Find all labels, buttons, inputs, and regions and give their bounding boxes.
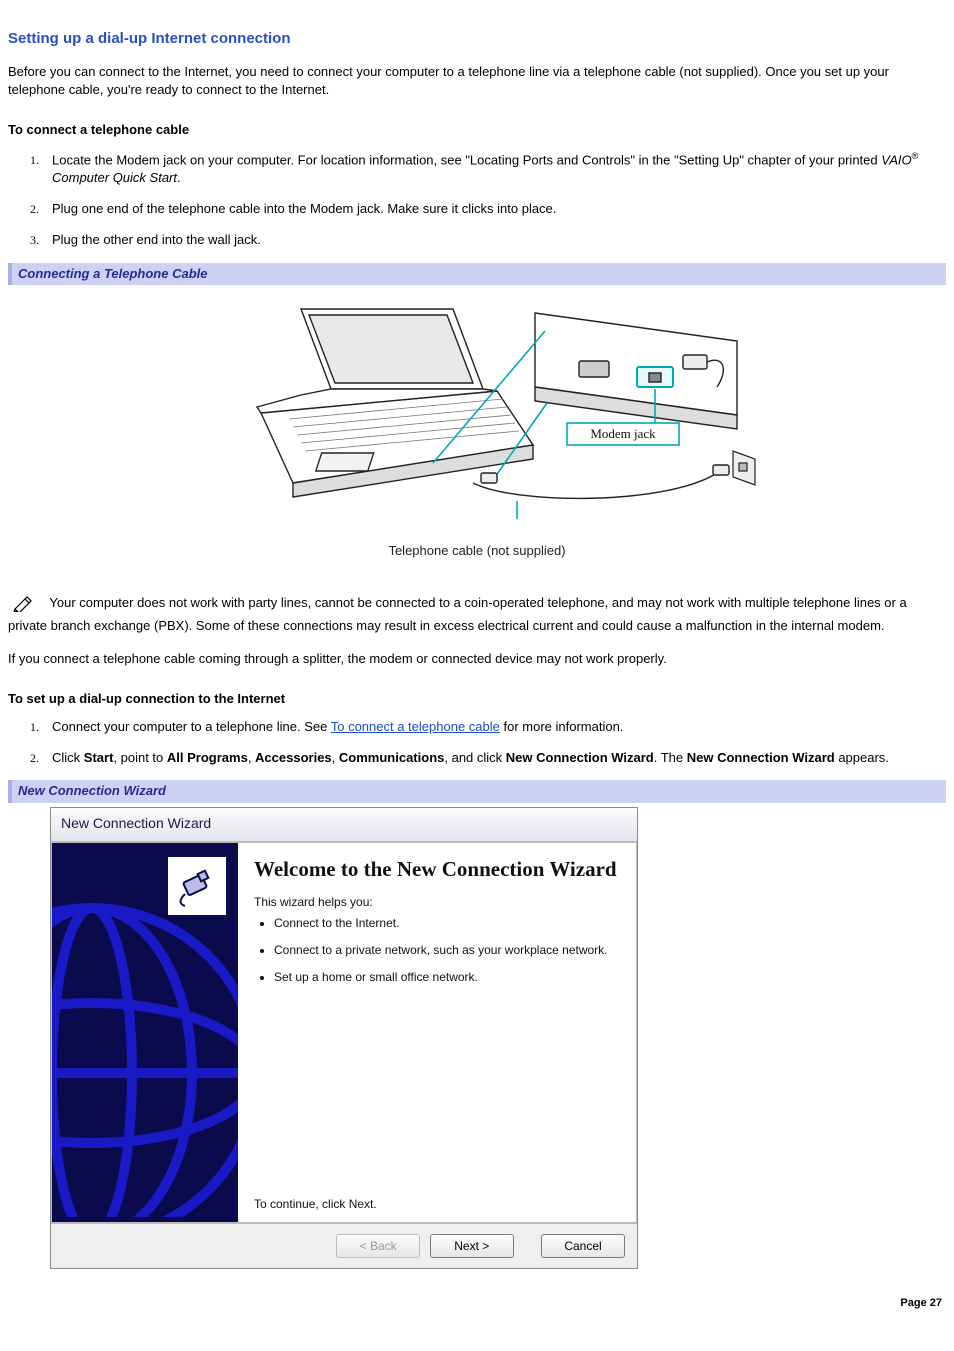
list-item: Set up a home or small office network.	[274, 969, 618, 986]
step-text: appears.	[835, 750, 889, 765]
wizard-button-row: < Back Next > Cancel	[51, 1223, 637, 1268]
wizard-heading: Welcome to the New Connection Wizard	[254, 857, 618, 882]
figure1: Modem jack Telephone cable (not supplied…	[8, 285, 946, 566]
step-text: , point to	[113, 750, 166, 765]
list-item: Connect to the Internet.	[274, 915, 618, 932]
quickstart-italic: Computer Quick Start	[52, 170, 177, 185]
bold-communications: Communications	[339, 750, 444, 765]
step-text: ,	[332, 750, 339, 765]
wizard-titlebar: New Connection Wizard	[51, 808, 637, 843]
wizard-helps: This wizard helps you:	[254, 894, 618, 911]
wizard-bullets: Connect to the Internet. Connect to a pr…	[254, 915, 618, 995]
section1-heading: To connect a telephone cable	[8, 121, 946, 139]
step-text: . The	[654, 750, 687, 765]
back-button: < Back	[336, 1234, 420, 1258]
page-number: Page 27	[900, 1296, 942, 1311]
bold-ncw: New Connection Wizard	[506, 750, 654, 765]
plug-icon	[175, 864, 219, 908]
modem-jack-label: Modem jack	[590, 426, 656, 441]
step-text: for more information.	[500, 719, 624, 734]
step-text: , and click	[444, 750, 505, 765]
step-text-end: .	[177, 170, 181, 185]
note-paragraph-2: If you connect a telephone cable coming …	[8, 650, 946, 668]
step-text: Click	[52, 750, 84, 765]
list-item: Connect to a private network, such as yo…	[274, 942, 618, 959]
intro-paragraph: Before you can connect to the Internet, …	[8, 63, 946, 99]
note-paragraph-1: Your computer does not work with party l…	[8, 594, 946, 635]
wizard-continue: To continue, click Next.	[254, 1136, 618, 1213]
bold-accessories: Accessories	[255, 750, 332, 765]
list-item: Locate the Modem jack on your computer. …	[42, 150, 946, 188]
next-button[interactable]: Next >	[430, 1234, 514, 1258]
vaio-word: VAIO	[881, 152, 911, 167]
list-item: Plug the other end into the wall jack.	[42, 231, 946, 249]
registered-mark: ®	[912, 151, 919, 161]
bold-ncw2: New Connection Wizard	[687, 750, 835, 765]
step-text: ,	[248, 750, 255, 765]
figure1-caption: Telephone cable (not supplied)	[8, 542, 946, 560]
wizard-side-icon	[168, 857, 226, 915]
list-item: Click Start, point to All Programs, Acce…	[42, 749, 946, 767]
cancel-button[interactable]: Cancel	[541, 1234, 625, 1258]
list-item: Plug one end of the telephone cable into…	[42, 200, 946, 218]
bold-start: Start	[84, 750, 114, 765]
section1-steps: Locate the Modem jack on your computer. …	[8, 150, 946, 250]
link-connect-cable[interactable]: To connect a telephone cable	[331, 719, 500, 734]
note-text: Your computer does not work with party l…	[8, 595, 907, 633]
note-icon	[12, 594, 34, 617]
wizard-dialog: New Connection Wizard	[50, 807, 638, 1270]
section2-heading: To set up a dial-up connection to the In…	[8, 690, 946, 708]
list-item: Connect your computer to a telephone lin…	[42, 718, 946, 736]
page-title: Setting up a dial-up Internet connection	[8, 28, 946, 49]
section2-steps: Connect your computer to a telephone lin…	[8, 718, 946, 767]
bold-allprograms: All Programs	[167, 750, 248, 765]
figure2-caption-bar: New Connection Wizard	[8, 780, 946, 802]
step-text: Connect your computer to a telephone lin…	[52, 719, 331, 734]
wizard-main: Welcome to the New Connection Wizard Thi…	[238, 843, 636, 1222]
wizard-sidebar	[52, 843, 238, 1222]
figure1-caption-bar: Connecting a Telephone Cable	[8, 263, 946, 285]
step-text: Locate the Modem jack on your computer. …	[52, 152, 881, 167]
modem-jack-diagram: Modem jack	[197, 295, 757, 535]
